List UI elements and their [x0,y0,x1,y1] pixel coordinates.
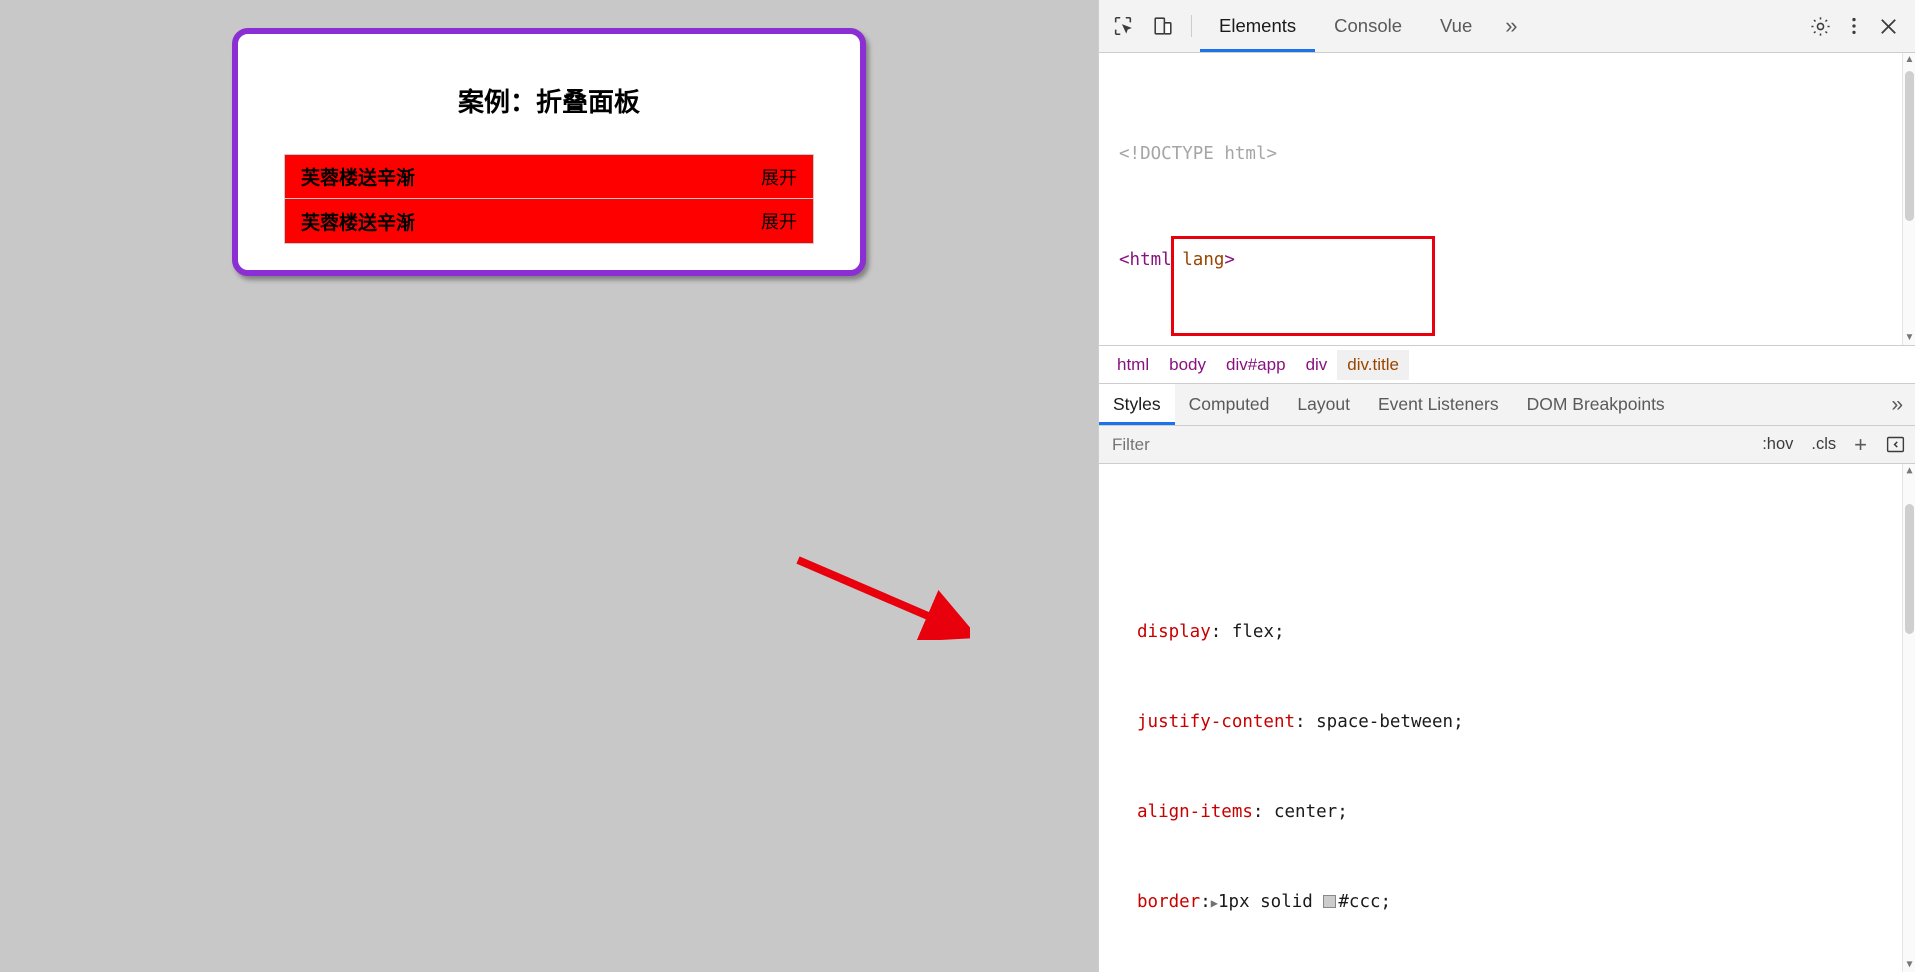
tab-elements[interactable]: Elements [1200,0,1316,52]
new-style-rule-button[interactable]: + [1845,426,1876,463]
rules-scrollbar[interactable]: ▲ ▼ [1902,464,1915,972]
accordion-toggle-button[interactable]: 展开 [761,208,797,234]
scroll-down-icon[interactable]: ▼ [1903,331,1915,345]
color-swatch[interactable] [1323,895,1337,908]
prop-name[interactable]: border [1137,892,1200,912]
declaration-display[interactable]: display: flex; [1107,617,1915,647]
devtools-panel: Elements Console Vue » <!DOCTYPE html> <… [1098,0,1915,972]
dom-tree-pane[interactable]: <!DOCTYPE html> <html lang> ▶<head>…</he… [1099,53,1915,346]
dom-line-html[interactable]: <html lang> [1099,247,1915,274]
scroll-up-icon[interactable]: ▲ [1903,464,1915,478]
accordion-list: 芙蓉楼送辛渐 展开 芙蓉楼送辛渐 展开 [238,154,860,244]
breadcrumb-item-div-app[interactable]: div#app [1216,350,1296,380]
tab-layout[interactable]: Layout [1283,384,1364,425]
declaration-justify-content[interactable]: justify-content: space-between; [1107,707,1915,737]
screen-root: 案例：折叠面板 芙蓉楼送辛渐 展开 芙蓉楼送辛渐 展开 Elements Con… [0,0,1915,972]
prop-name[interactable]: display [1137,622,1211,642]
cls-toggle-button[interactable]: .cls [1802,426,1845,463]
accordion-item[interactable]: 芙蓉楼送辛渐 展开 [284,154,814,199]
tab-event-listeners[interactable]: Event Listeners [1364,384,1513,425]
declaration-border[interactable]: border:▶1px solid #ccc; [1107,887,1915,918]
dom-scrollbar[interactable]: ▲ ▼ [1902,53,1915,345]
prop-value[interactable]: space-between; [1316,712,1464,732]
breadcrumb-item-body[interactable]: body [1159,350,1216,380]
close-icon[interactable] [1871,9,1905,43]
styles-filter-input[interactable] [1099,426,1754,463]
declaration-align-items[interactable]: align-items: center; [1107,797,1915,827]
tab-console[interactable]: Console [1315,0,1421,52]
dom-line-doctype[interactable]: <!DOCTYPE html> [1099,141,1915,168]
toolbar-divider [1191,15,1192,37]
accordion-item-title: 芙蓉楼送辛渐 [301,167,416,189]
devtools-toolbar: Elements Console Vue » [1099,0,1915,53]
css-rule-title-class[interactable]: display: flex; justify-content: space-be… [1099,554,1915,972]
scroll-up-icon[interactable]: ▲ [1903,53,1915,67]
doctype-text: <!DOCTYPE html> [1119,143,1278,164]
tab-computed[interactable]: Computed [1175,384,1284,425]
prop-name[interactable]: justify-content [1137,712,1295,732]
tab-styles[interactable]: Styles [1099,384,1175,425]
devtools-tab-strip: Elements Console Vue » [1200,0,1532,52]
css-rules-pane[interactable]: display: flex; justify-content: space-be… [1099,464,1915,972]
more-tabs-icon[interactable]: » [1491,0,1531,52]
expand-triangle-icon[interactable]: ▶ [1211,896,1218,910]
gear-icon[interactable] [1803,9,1837,43]
dom-scroll-thumb[interactable] [1905,71,1914,221]
prop-value[interactable]: 1px solid [1218,892,1313,912]
toolbar-right-actions [1803,9,1911,43]
breadcrumb-item-div[interactable]: div [1296,350,1338,380]
accordion-item-title: 芙蓉楼送辛渐 [301,211,416,234]
rules-scroll-thumb[interactable] [1905,504,1914,634]
page-title: 案例：折叠面板 [457,88,640,118]
accordion-item[interactable]: 芙蓉楼送辛渐 展开 [284,199,814,244]
styles-more-tabs-icon[interactable]: » [1879,384,1915,425]
tab-vue[interactable]: Vue [1421,0,1491,52]
device-toolbar-icon[interactable] [1145,8,1181,44]
breadcrumb-item-div-title[interactable]: div.title [1337,349,1409,380]
styles-filter-row: :hov .cls + [1099,426,1915,464]
browser-viewport: 案例：折叠面板 芙蓉楼送辛渐 展开 芙蓉楼送辛渐 展开 [0,0,1098,972]
accordion-toggle-button[interactable]: 展开 [761,164,797,190]
prop-value[interactable]: flex; [1232,622,1285,642]
kebab-menu-icon[interactable] [1837,9,1871,43]
demo-panel-card: 案例：折叠面板 芙蓉楼送辛渐 展开 芙蓉楼送辛渐 展开 [232,28,866,276]
breadcrumb: html body div#app div div.title [1099,346,1915,384]
dom-tree: <!DOCTYPE html> <html lang> ▶<head>…</he… [1099,53,1915,345]
computed-sidebar-toggle-icon[interactable] [1876,426,1915,463]
tab-dom-breakpoints[interactable]: DOM Breakpoints [1513,384,1679,425]
breadcrumb-item-html[interactable]: html [1107,350,1159,380]
prop-name[interactable]: align-items [1137,802,1253,822]
prop-value-color[interactable]: #ccc; [1338,892,1391,912]
inspect-element-icon[interactable] [1105,8,1141,44]
scroll-down-icon[interactable]: ▼ [1903,958,1915,972]
hov-toggle-button[interactable]: :hov [1753,426,1802,463]
prop-value[interactable]: center; [1274,802,1348,822]
styles-tab-strip: Styles Computed Layout Event Listeners D… [1099,384,1915,426]
